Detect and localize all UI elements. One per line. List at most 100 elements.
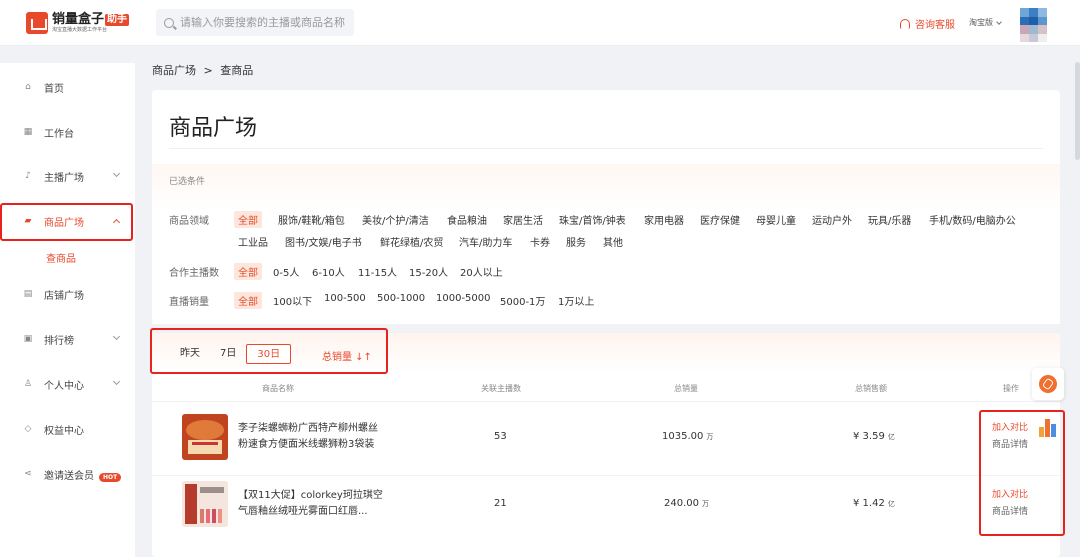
category-option[interactable]: 母婴儿童 bbox=[756, 212, 796, 227]
sales-option[interactable]: 100-500 bbox=[324, 293, 366, 304]
logo-title: 销量盒子 bbox=[52, 12, 105, 27]
column-header-revenue[interactable]: 总销售额 bbox=[855, 383, 887, 394]
rank-icon: ▣ bbox=[23, 334, 33, 344]
search-input[interactable] bbox=[180, 16, 350, 29]
logo-subtitle: 淘宝直播大数据工作平台 bbox=[52, 27, 108, 33]
category-option[interactable]: 手机/数码/电脑办公 bbox=[929, 212, 1016, 227]
sales-option[interactable]: 1000-5000 bbox=[436, 293, 491, 304]
divider bbox=[152, 475, 1060, 476]
category-option[interactable]: 家用电器 bbox=[644, 212, 684, 227]
headset-icon bbox=[900, 18, 910, 29]
sales-filter-label: 直播销量 bbox=[169, 297, 209, 308]
link-icon bbox=[1039, 375, 1057, 393]
category-option[interactable]: 全部 bbox=[234, 211, 262, 228]
page-scrollbar[interactable] bbox=[1075, 62, 1080, 160]
breadcrumb-separator: > bbox=[203, 64, 213, 77]
category-option[interactable]: 鲜花绿植/农贸 bbox=[380, 234, 443, 249]
divider bbox=[169, 148, 1043, 149]
search-icon bbox=[164, 17, 174, 28]
sidebar-subitem-search-products[interactable]: 查商品 bbox=[46, 250, 76, 265]
column-header-sales[interactable]: 总销量 bbox=[674, 383, 698, 394]
product-name[interactable]: 【双11大促】colorkey珂拉琪空气唇釉丝绒哑光雾面口红唇... bbox=[238, 488, 386, 520]
category-option[interactable]: 家居生活 bbox=[503, 212, 543, 227]
floating-link-button[interactable] bbox=[1032, 368, 1064, 400]
streamer-filter-label: 合作主播数 bbox=[169, 268, 219, 279]
product-thumbnail[interactable] bbox=[182, 414, 228, 460]
logo[interactable]: 销量盒子 助手 淘宝直播大数据工作平台 bbox=[26, 10, 130, 36]
sidebar-item-label: 邀请送会员 HOT bbox=[44, 467, 122, 482]
column-header-product: 商品名称 bbox=[262, 384, 294, 393]
logo-badge: 助手 bbox=[105, 13, 130, 26]
category-option[interactable]: 服饰/鞋靴/箱包 bbox=[278, 212, 345, 227]
sidebar-item-anchors[interactable]: ♪ 主播广场 bbox=[0, 165, 135, 187]
sidebar-item-label: 店铺广场 bbox=[44, 290, 84, 302]
category-option[interactable]: 珠宝/首饰/钟表 bbox=[559, 212, 626, 227]
sidebar-item-benefits[interactable]: ◇ 权益中心 bbox=[0, 418, 135, 440]
anchor-count: 53 bbox=[494, 431, 507, 442]
top-header: 销量盒子助手 淘宝直播大数据工作平台 咨询客服 淘宝版 bbox=[0, 0, 1080, 46]
anchor-count: 21 bbox=[494, 498, 507, 509]
sidebar-item-profile[interactable]: ♙ 个人中心 bbox=[0, 373, 135, 395]
compare-chart-icon[interactable] bbox=[1039, 419, 1057, 437]
sidebar: ⌂ 首页 ▦ 工作台 ♪ 主播广场 ▰ 商品广场 查商品 ▤ 店铺广场 ▣ 排行… bbox=[0, 63, 135, 557]
column-header-anchors: 关联主播数 bbox=[481, 384, 521, 393]
sidebar-item-home[interactable]: ⌂ 首页 bbox=[0, 76, 135, 98]
category-option[interactable]: 其他 bbox=[603, 234, 623, 249]
sales-option[interactable]: 100以下 bbox=[273, 293, 312, 308]
filter-card: 商品广场 已选条件 商品领域 全部 服饰/鞋靴/箱包 美妆/个护/清洁 食品粮油… bbox=[152, 90, 1060, 324]
sidebar-item-label: 排行榜 bbox=[44, 335, 74, 347]
category-option[interactable]: 图书/文娱/电子书 bbox=[285, 234, 362, 249]
sidebar-item-invite[interactable]: ⋖ 邀请送会员 HOT bbox=[0, 463, 135, 485]
sidebar-item-workbench[interactable]: ▦ 工作台 bbox=[0, 121, 135, 143]
column-header-actions: 操作 bbox=[1003, 384, 1019, 393]
sidebar-item-label: 工作台 bbox=[44, 128, 74, 140]
highlight-box bbox=[0, 203, 133, 241]
product-name[interactable]: 李子柒螺蛳粉广西特产柳州螺丝粉速食方便面米线螺狮粉3袋装 bbox=[238, 421, 386, 453]
sidebar-item-label: 个人中心 bbox=[44, 380, 84, 392]
category-option[interactable]: 运动户外 bbox=[812, 212, 852, 227]
search-box[interactable] bbox=[156, 9, 354, 36]
category-option[interactable]: 卡券 bbox=[530, 234, 550, 249]
streamer-option[interactable]: 6-10人 bbox=[312, 264, 345, 279]
customer-service-link[interactable]: 咨询客服 bbox=[900, 16, 955, 31]
total-revenue: ¥ 3.59 亿 bbox=[853, 431, 895, 442]
category-option[interactable]: 美妆/个护/清洁 bbox=[362, 212, 429, 227]
hot-badge: HOT bbox=[99, 472, 122, 482]
highlight-box bbox=[150, 328, 388, 374]
category-filter-label: 商品领域 bbox=[169, 216, 209, 227]
version-dropdown[interactable]: 淘宝版 bbox=[969, 17, 1002, 28]
breadcrumb-parent[interactable]: 商品广场 bbox=[152, 64, 196, 77]
user-icon: ♙ bbox=[23, 379, 33, 389]
sidebar-item-ranking[interactable]: ▣ 排行榜 bbox=[0, 328, 135, 350]
category-option[interactable]: 汽车/助力车 bbox=[459, 234, 512, 249]
streamer-option[interactable]: 11-15人 bbox=[358, 264, 397, 279]
category-option[interactable]: 医疗保健 bbox=[700, 212, 740, 227]
sales-option[interactable]: 全部 bbox=[234, 292, 262, 309]
sales-option[interactable]: 500-1000 bbox=[377, 293, 425, 304]
chevron-down-icon bbox=[112, 332, 121, 341]
sales-option[interactable]: 5000-1万 bbox=[500, 293, 545, 308]
avatar[interactable] bbox=[1020, 8, 1047, 42]
sales-option[interactable]: 1万以上 bbox=[558, 293, 594, 308]
product-thumbnail[interactable] bbox=[182, 481, 228, 527]
total-sales: 1035.00 万 bbox=[662, 431, 714, 442]
total-revenue: ¥ 1.42 亿 bbox=[853, 498, 895, 509]
category-option[interactable]: 服务 bbox=[566, 234, 586, 249]
total-sales: 240.00 万 bbox=[664, 498, 709, 509]
mic-icon: ♪ bbox=[25, 171, 31, 181]
category-option[interactable]: 工业品 bbox=[238, 234, 268, 249]
share-icon: ⋖ bbox=[24, 469, 32, 479]
home-icon: ⌂ bbox=[25, 82, 31, 92]
breadcrumb: 商品广场 > 查商品 bbox=[152, 62, 253, 78]
streamer-option[interactable]: 15-20人 bbox=[409, 264, 448, 279]
customer-service-label: 咨询客服 bbox=[915, 20, 955, 31]
category-option[interactable]: 玩具/乐器 bbox=[868, 212, 911, 227]
category-option[interactable]: 食品粮油 bbox=[447, 212, 487, 227]
streamer-option[interactable]: 全部 bbox=[234, 263, 262, 280]
chevron-down-icon bbox=[996, 18, 1002, 25]
streamer-option[interactable]: 20人以上 bbox=[460, 264, 503, 279]
sidebar-item-stores[interactable]: ▤ 店铺广场 bbox=[0, 283, 135, 305]
benefit-icon: ◇ bbox=[24, 424, 32, 434]
streamer-option[interactable]: 0-5人 bbox=[273, 264, 299, 279]
sidebar-item-label: 权益中心 bbox=[44, 425, 84, 437]
